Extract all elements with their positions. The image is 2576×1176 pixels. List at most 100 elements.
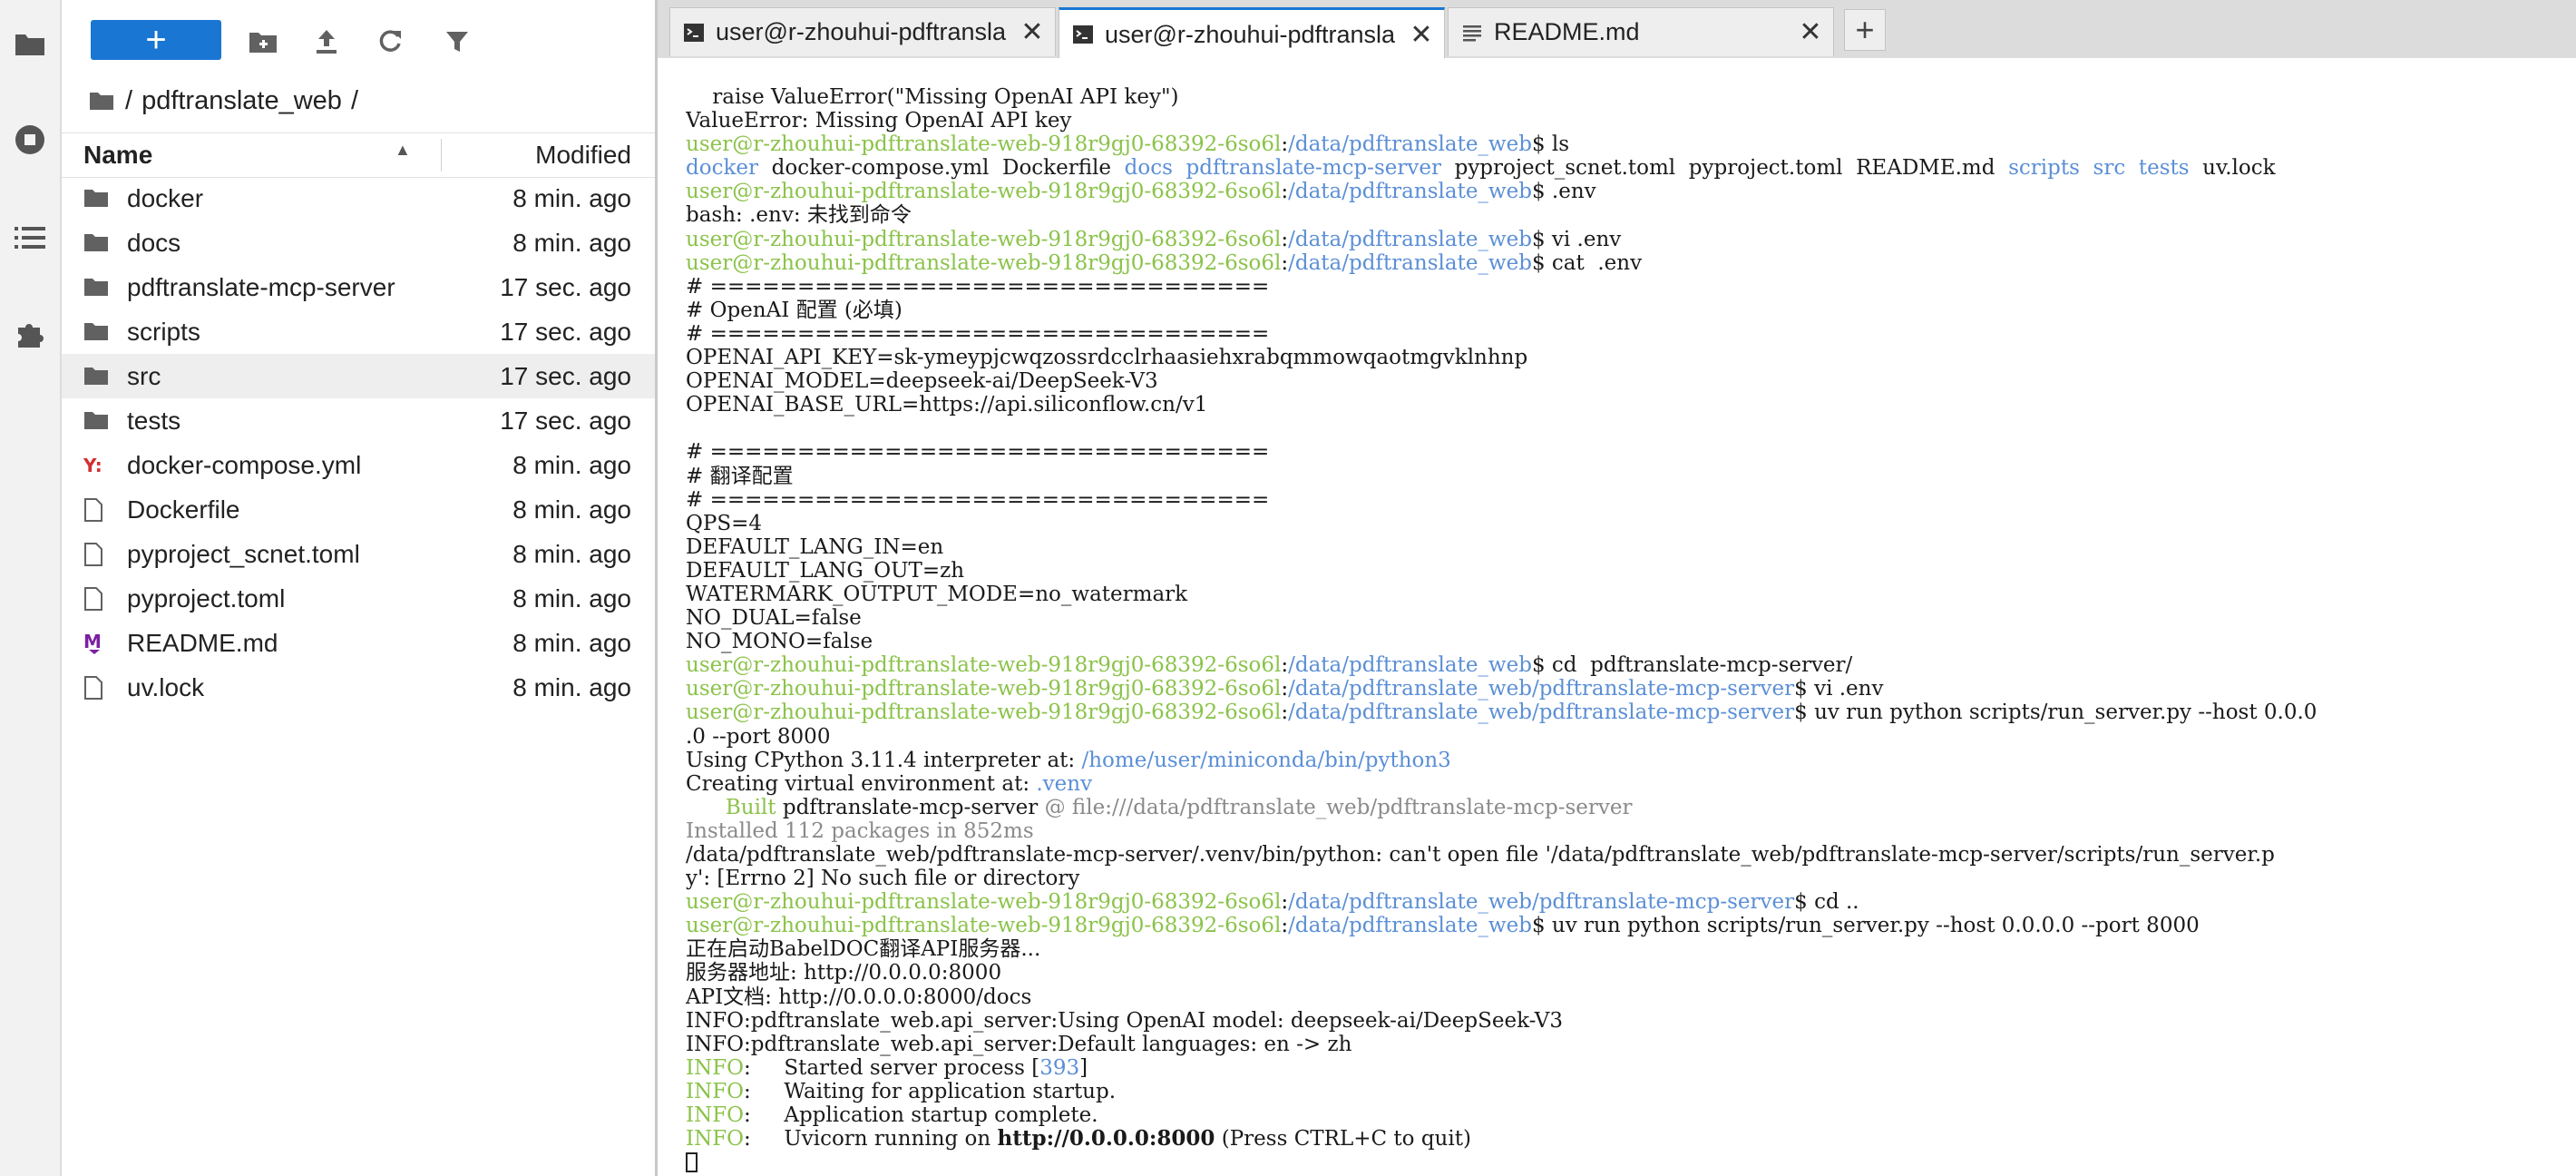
file-name: uv.lock <box>127 673 205 701</box>
new-launcher-button[interactable]: + <box>91 20 221 60</box>
terminal-text: : <box>1281 677 1289 701</box>
terminal-text: pyproject_scnet.toml pyproject.toml READ… <box>1440 156 2009 181</box>
terminal-text: OPENAI_BASE_URL=https://api.siliconflow.… <box>686 393 1208 417</box>
terminal-text: uv.lock <box>2189 156 2276 181</box>
name-column-header[interactable]: Name <box>83 141 152 170</box>
filter-button[interactable] <box>437 25 477 58</box>
file-icon <box>83 587 109 611</box>
filter-icon <box>446 32 468 52</box>
terminal-text: : Application startup complete. <box>744 1103 1098 1128</box>
tab-label: user@r-zhouhui-pdftransla <box>716 18 1007 45</box>
tab-terminal-2[interactable]: user@r-zhouhui-pdftransla ✕ <box>1059 7 1445 59</box>
extension-puzzle-icon[interactable] <box>12 316 48 352</box>
refresh-button[interactable] <box>370 25 410 58</box>
terminal-text: /data/pdftranslate_web <box>1288 250 1532 275</box>
running-sessions-icon[interactable] <box>12 122 48 158</box>
terminal-line: user@r-zhouhui-pdftranslate-web-918r9gj0… <box>686 701 2576 724</box>
breadcrumb-root[interactable]: / <box>125 86 132 116</box>
file-row-docs[interactable]: docs 8 min. ago <box>62 220 655 265</box>
new-folder-button[interactable] <box>243 25 283 58</box>
terminal-text: NO_MONO=false <box>686 630 873 654</box>
tab-bar: user@r-zhouhui-pdftransla ✕ user@r-zhouh… <box>658 0 2576 59</box>
terminal-line: NO_MONO=false <box>686 630 2576 653</box>
file-row-src[interactable]: src 17 sec. ago <box>62 354 655 398</box>
tab-readme[interactable]: README.md ✕ <box>1448 7 1834 56</box>
file-row-pyproject-toml[interactable]: pyproject.toml 8 min. ago <box>62 576 655 621</box>
terminal-text: user@r-zhouhui-pdftranslate-web-918r9gj0… <box>686 890 1282 915</box>
table-of-contents-icon[interactable] <box>12 220 48 256</box>
terminal-output[interactable]: raise ValueError("Missing OpenAI API key… <box>658 58 2576 1176</box>
file-row-dockerfile[interactable]: Dockerfile 8 min. ago <box>62 487 655 532</box>
terminal-text: : Uvicorn running on <box>744 1127 998 1152</box>
terminal-text: : <box>1281 914 1289 938</box>
terminal-icon <box>1073 25 1093 44</box>
file-name: docker <box>127 184 204 212</box>
folder-icon <box>83 231 109 255</box>
terminal-text: : <box>1281 653 1289 678</box>
terminal-text: /data/pdftranslate_web/pdftranslate-mcp-… <box>1288 890 1795 915</box>
terminal-line: # ================================ <box>686 275 2576 299</box>
terminal-line: # 翻译配置 <box>686 465 2576 488</box>
terminal-text: : Started server process [ <box>744 1055 1040 1080</box>
close-icon[interactable]: ✕ <box>1797 16 1824 48</box>
upload-button[interactable] <box>307 25 346 58</box>
terminal-text: /data/pdftranslate_web/pdftranslate-mcp-… <box>1288 677 1795 701</box>
terminal-line: # OpenAI 配置 (必填) <box>686 299 2576 322</box>
file-name: tests <box>127 407 181 435</box>
terminal-text: docker <box>686 156 758 181</box>
terminal-text: user@r-zhouhui-pdftranslate-web-918r9gj0… <box>686 701 1282 725</box>
terminal-line: user@r-zhouhui-pdftranslate-web-918r9gj0… <box>686 914 2576 937</box>
terminal-line: OPENAI_API_KEY=sk-ymeypjcwqzossrdcclrhaa… <box>686 346 2576 369</box>
terminal-text: docker-compose.yml Dockerfile <box>758 156 1125 181</box>
terminal-text: : Waiting for application startup. <box>744 1079 1117 1103</box>
close-icon[interactable]: ✕ <box>1019 16 1046 48</box>
terminal-line: user@r-zhouhui-pdftranslate-web-918r9gj0… <box>686 251 2576 275</box>
column-divider[interactable] <box>441 139 442 172</box>
terminal-line: # ================================ <box>686 488 2576 512</box>
terminal-text: # 翻译配置 <box>686 464 794 488</box>
terminal-line: Creating virtual environment at: .venv <box>686 772 2576 796</box>
folder-icon[interactable] <box>12 25 48 62</box>
breadcrumb: / pdftranslate_web / <box>89 83 358 118</box>
tab-terminal-1[interactable]: user@r-zhouhui-pdftransla ✕ <box>669 7 1056 56</box>
file-row-readme-md[interactable]: M README.md 8 min. ago <box>62 621 655 665</box>
terminal-line: raise ValueError("Missing OpenAI API key… <box>686 85 2576 109</box>
modified-column-header[interactable]: Modified <box>535 141 631 170</box>
terminal-line: 正在启动BabelDOC翻译API服务器... <box>686 937 2576 961</box>
terminal-line: NO_DUAL=false <box>686 606 2576 630</box>
file-modified: 8 min. ago <box>512 584 631 612</box>
add-tab-button[interactable]: + <box>1844 9 1886 51</box>
file-row-docker-compose-yml[interactable]: Y: docker-compose.yml 8 min. ago <box>62 443 655 487</box>
tab-label: user@r-zhouhui-pdftransla <box>1105 20 1396 48</box>
terminal-text: .0 --port 8000 <box>686 724 831 749</box>
terminal-text: INFO <box>686 1055 745 1080</box>
breadcrumb-folder[interactable]: pdftranslate_web <box>141 86 342 116</box>
terminal-text: y': [Errno 2] No such file or directory <box>686 867 1080 891</box>
file-row-tests[interactable]: tests 17 sec. ago <box>62 398 655 443</box>
terminal-text: 393 <box>1039 1055 1080 1080</box>
file-row-uv-lock[interactable]: uv.lock 8 min. ago <box>62 665 655 710</box>
file-modified: 8 min. ago <box>512 495 631 524</box>
terminal-text: INFO <box>686 1103 745 1128</box>
terminal-text: $ ls <box>1531 132 1570 157</box>
file-row-docker[interactable]: docker 8 min. ago <box>62 176 655 220</box>
terminal-prompt-line <box>686 1151 2576 1174</box>
terminal-line: INFO: Waiting for application startup. <box>686 1080 2576 1103</box>
file-name: pdftranslate-mcp-server <box>127 273 395 301</box>
terminal-text: : <box>1281 250 1289 275</box>
terminal-text: DEFAULT_LANG_IN=en <box>686 534 944 559</box>
terminal-line: user@r-zhouhui-pdftranslate-web-918r9gj0… <box>686 653 2576 677</box>
terminal-text: OPENAI_API_KEY=sk-ymeypjcwqzossrdcclrhaa… <box>686 346 1528 370</box>
document-icon <box>1463 24 1481 41</box>
terminal-text: user@r-zhouhui-pdftranslate-web-918r9gj0… <box>686 653 1282 678</box>
file-row-pdftranslate-mcp-server[interactable]: pdftranslate-mcp-server 17 sec. ago <box>62 265 655 309</box>
file-row-pyproject-scnet-toml[interactable]: pyproject_scnet.toml 8 min. ago <box>62 532 655 576</box>
markdown-file-icon: M <box>83 631 109 655</box>
folder-icon[interactable] <box>89 90 114 112</box>
file-row-scripts[interactable]: scripts 17 sec. ago <box>62 309 655 354</box>
terminal-line: OPENAI_BASE_URL=https://api.siliconflow.… <box>686 393 2576 416</box>
terminal-line: user@r-zhouhui-pdftranslate-web-918r9gj0… <box>686 132 2576 156</box>
close-icon[interactable]: ✕ <box>1408 19 1435 51</box>
file-name: scripts <box>127 318 200 346</box>
